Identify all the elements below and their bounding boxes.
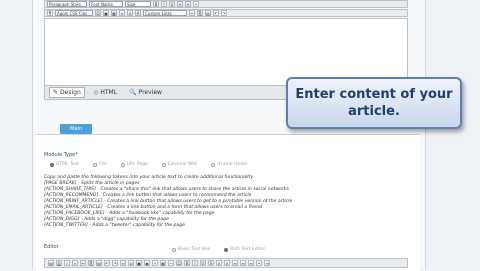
redo-icon[interactable]: ↷	[221, 10, 227, 16]
bold-icon[interactable]: B	[184, 260, 190, 266]
print-icon[interactable]: ⎙	[56, 260, 62, 266]
font-name-select[interactable]: Font Name	[89, 1, 123, 7]
tab-preview-label: Preview	[138, 89, 162, 96]
align-right-icon[interactable]: ≡	[248, 260, 254, 266]
custom-links-select[interactable]: Custom Links	[143, 10, 187, 16]
link-icon[interactable]: ∞	[120, 260, 126, 266]
html-icon: ◇	[93, 89, 99, 96]
underline-icon[interactable]: U	[169, 1, 175, 7]
radio-icon	[161, 162, 166, 167]
radio-label: HTML Text	[56, 162, 80, 167]
media-icon[interactable]: ◉	[144, 260, 150, 266]
anchor-icon[interactable]: ⚓	[127, 10, 133, 16]
editor-basic-text[interactable]: Basic Text Box	[172, 247, 210, 252]
editor-toolbar-row-1: Paragraph Style Font Name Size B I U ≡ ≡…	[44, 0, 408, 8]
radio-label: Rich Text Editor	[230, 247, 266, 252]
redo-icon[interactable]: ↷	[112, 260, 118, 266]
tab-html[interactable]: ◇ HTML	[91, 88, 120, 97]
image-icon[interactable]: ▣	[136, 260, 142, 266]
undo-icon[interactable]: ↶	[104, 260, 110, 266]
flash-icon[interactable]: ⚡	[152, 260, 158, 266]
module-type-html[interactable]: HTML Text	[50, 162, 79, 167]
image-icon[interactable]: ▣	[103, 10, 109, 16]
radio-label: Basic Text Box	[178, 247, 211, 252]
align-left-icon[interactable]: ≡	[177, 1, 183, 7]
paragraph-style-select[interactable]: Paragraph Style	[47, 1, 87, 7]
tab-design-label: Design	[60, 89, 81, 96]
radio-label: File	[99, 162, 107, 167]
content-editor-toolbar: ▤ ⎙ ✓ ⌕ ✂ ⎘ ▤ ↶ ↷ ∞ ⊘ ▣ ◉ ⚡ ▦ — Ω B I U …	[44, 258, 408, 268]
editor-label: Editor	[44, 244, 59, 250]
radio-icon	[120, 162, 125, 167]
paste-icon[interactable]: ▤	[205, 10, 211, 16]
italic-icon[interactable]: I	[192, 260, 198, 266]
tab-preview[interactable]: 🔍 Preview	[126, 88, 165, 97]
superscript-icon[interactable]: x	[224, 260, 230, 266]
subscript-icon[interactable]: x	[216, 260, 222, 266]
list-icon[interactable]: •	[256, 260, 262, 266]
radio-icon	[172, 247, 176, 252]
save-icon[interactable]: ▤	[48, 260, 54, 266]
article-editor-area[interactable]	[44, 18, 408, 86]
copy-icon[interactable]: ⎘	[197, 10, 203, 16]
radio-icon	[93, 162, 98, 167]
copy-icon[interactable]: ⎘	[88, 260, 94, 266]
instruction-line: [ACTION_TWITTER] - Adds a "tweeter" capa…	[44, 223, 185, 228]
radio-label: iFrame Under	[217, 162, 248, 167]
table-icon[interactable]: ▦	[111, 10, 117, 16]
cut-icon[interactable]: ✂	[189, 10, 195, 16]
token-instructions: Copy and paste the following tokens into…	[44, 175, 384, 229]
editor-toolbar-row-2: ¶ Apply CSS Clas Ω ▣ ▦ ∞ ⚓ A Custom Link…	[44, 9, 408, 17]
align-center-icon[interactable]: ≡	[185, 1, 191, 7]
module-type-url[interactable]: URL Page	[120, 162, 148, 167]
design-icon: ✎	[53, 89, 59, 96]
paste-icon[interactable]: ▤	[96, 260, 102, 266]
symbol-icon[interactable]: Ω	[176, 260, 182, 266]
bold-icon[interactable]: B	[153, 1, 159, 7]
editor-options: Basic Text Box Rich Text Editor	[172, 247, 265, 252]
spellcheck-icon[interactable]: ✓	[64, 260, 70, 266]
underline-icon[interactable]: U	[200, 260, 206, 266]
list-icon[interactable]: •	[193, 1, 199, 7]
module-type-wiki[interactable]: External Wiki	[161, 162, 198, 167]
table-icon[interactable]: ▦	[160, 260, 166, 266]
align-center-icon[interactable]: ≡	[240, 260, 246, 266]
main-content-header[interactable]: Main Content	[60, 124, 92, 142]
instruction-callout: Enter content of your article.	[286, 77, 462, 129]
module-type-label: Module Type*	[44, 152, 78, 158]
hr-icon[interactable]: —	[168, 260, 174, 266]
strike-icon[interactable]: S	[208, 260, 214, 266]
radio-label: External Wiki	[167, 162, 198, 167]
radio-label: URL Page	[126, 162, 148, 167]
css-class-select[interactable]: Apply CSS Clas	[55, 10, 93, 16]
color-icon[interactable]: A	[135, 10, 141, 16]
radio-selected-icon	[50, 162, 54, 167]
tab-design[interactable]: ✎ Design	[49, 87, 85, 98]
module-type-options: HTML Text File URL Page External Wiki iF…	[50, 162, 248, 167]
radio-selected-icon	[224, 247, 229, 252]
editor-rich-text[interactable]: Rich Text Editor	[224, 247, 265, 252]
callout-text: Enter content of your article.	[295, 87, 453, 119]
link-icon[interactable]: ∞	[119, 10, 125, 16]
symbol-icon[interactable]: Ω	[95, 10, 101, 16]
preview-icon: 🔍	[129, 89, 137, 96]
module-type-file[interactable]: File	[93, 162, 107, 167]
cut-icon[interactable]: ✂	[80, 260, 86, 266]
font-size-select[interactable]: Size	[125, 1, 151, 7]
radio-icon	[211, 162, 216, 167]
unlink-icon[interactable]: ⊘	[128, 260, 134, 266]
align-left-icon[interactable]: ≡	[232, 260, 238, 266]
tab-html-label: HTML	[100, 89, 118, 96]
italic-icon[interactable]: I	[161, 1, 167, 7]
find-icon[interactable]: ⌕	[72, 260, 78, 266]
format-icon[interactable]: ¶	[47, 10, 53, 16]
indent-icon[interactable]: ⇥	[264, 260, 270, 266]
undo-icon[interactable]: ↶	[213, 10, 219, 16]
module-type-iframe[interactable]: iFrame Under	[211, 162, 248, 167]
